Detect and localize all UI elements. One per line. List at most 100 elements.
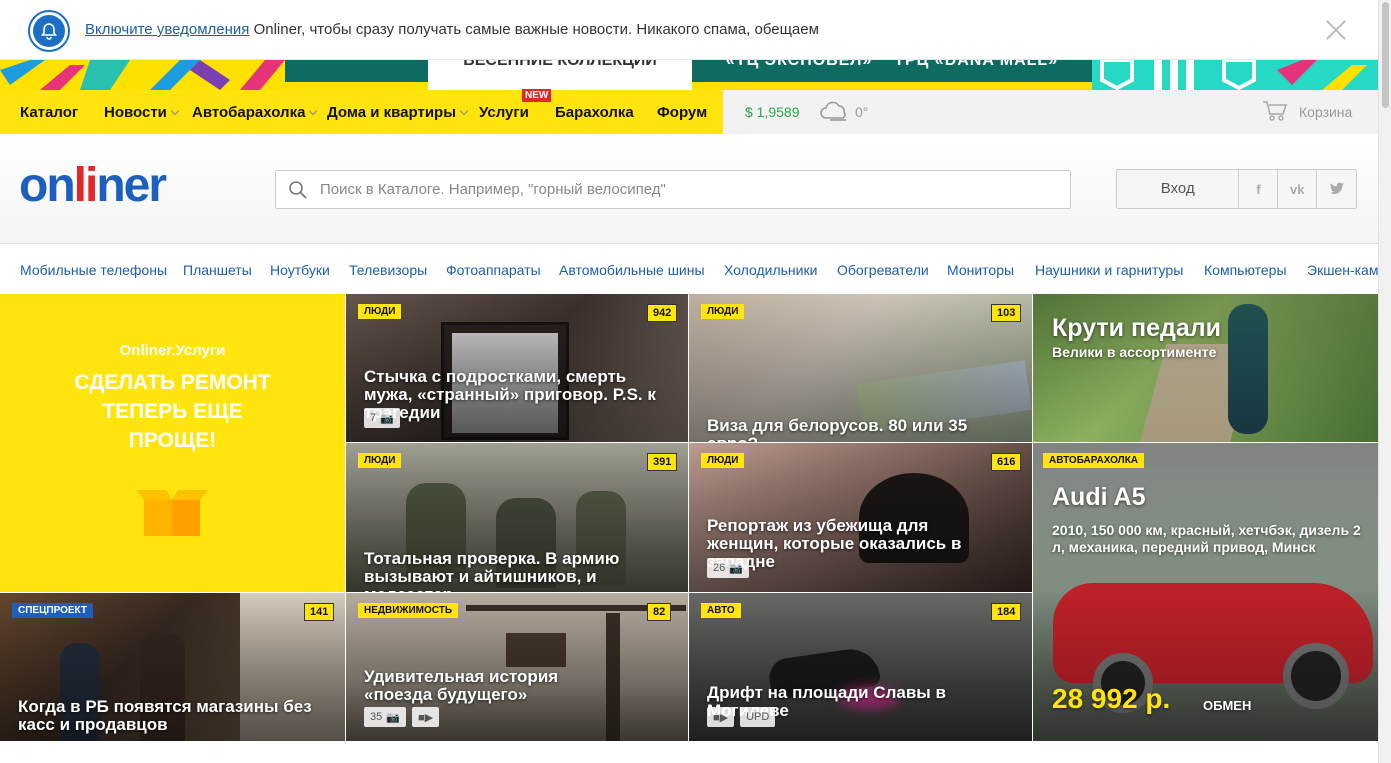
nav-baraholka[interactable]: Барахолка — [555, 104, 634, 121]
news-title[interactable]: Когда в РБ появятся магазины без касс и … — [18, 698, 338, 734]
facebook-icon[interactable]: f — [1239, 170, 1279, 208]
promo-pattern-left — [0, 60, 290, 90]
nav-forum[interactable]: Форум — [657, 104, 707, 121]
news-tile[interactable]: Люди 103 Виза для белорусов. 80 или 35 е… — [689, 294, 1032, 442]
ad-tag[interactable]: Автобарахолка — [1043, 453, 1145, 468]
news-title[interactable]: Удивительная история «поезда будущего» — [364, 668, 614, 704]
category-link[interactable]: Фотоаппараты — [446, 262, 541, 278]
promo-banner[interactable]: ВЕСЕННИЕ КОЛЛЕКЦИИ «ТЦ ЭКСПОБЕЛ» ТРЦ «DA… — [0, 60, 1378, 90]
news-tag[interactable]: Спецпроект — [12, 603, 94, 618]
news-title[interactable]: Тотальная проверка. В армию вызывают и а… — [364, 550, 674, 593]
category-link[interactable]: Мобильные телефоны — [20, 262, 167, 278]
scrollbar-thumb[interactable] — [1382, 2, 1389, 108]
category-link[interactable]: Планшеты — [183, 262, 252, 278]
comments-count[interactable]: 391 — [647, 453, 678, 471]
photo-count-chip: 35 📷 — [364, 707, 406, 727]
video-icon: ■▶ — [411, 707, 440, 727]
promo-text-collections: ВЕСЕННИЕ КОЛЛЕКЦИИ — [428, 60, 692, 90]
catalog-categories: Мобильные телефоны Планшеты Ноутбуки Тел… — [0, 244, 1391, 294]
search-box — [275, 170, 1071, 209]
category-link[interactable]: Обогреватели — [837, 262, 929, 278]
cart-icon[interactable] — [1262, 100, 1288, 122]
twitter-icon[interactable] — [1317, 170, 1356, 208]
promo-pattern-right — [1092, 60, 1378, 90]
bike-ad-tile[interactable]: Крути педали Велики в ассортименте — [1033, 294, 1378, 442]
category-link[interactable]: Мониторы — [947, 262, 1014, 278]
services-promo-tile[interactable]: Onliner.Услуги СДЕЛАТЬ РЕМОНТ ТЕПЕРЬ ЕЩЕ… — [0, 294, 345, 592]
promo-block-1 — [285, 60, 428, 82]
nav-news[interactable]: Новости — [104, 104, 180, 121]
notification-bar: Включите уведомления Onliner, чтобы сраз… — [0, 0, 1378, 60]
chevron-down-icon — [170, 106, 180, 116]
login-button[interactable]: Вход — [1117, 170, 1240, 208]
nav-catalog[interactable]: Каталог — [20, 104, 78, 121]
camera-icon: 📷 — [729, 562, 743, 575]
chevron-down-icon — [459, 106, 469, 116]
promo-brand: Onliner.Услуги — [119, 342, 226, 359]
news-tile[interactable]: Спецпроект 141 Когда в РБ появятся магаз… — [0, 593, 345, 741]
photo-count-chip: 7 📷 — [364, 408, 400, 428]
currency-rate[interactable]: $ 1,9589 — [745, 104, 800, 120]
comments-count[interactable]: 616 — [991, 453, 1022, 471]
onliner-logo[interactable]: onliner — [19, 158, 167, 213]
cloud-icon — [820, 101, 846, 121]
ad-subtitle: Велики в ассортименте — [1052, 344, 1217, 360]
bell-icon — [28, 10, 70, 52]
news-tile[interactable]: Люди 942 Стычка с подростками, смерть му… — [346, 294, 688, 442]
category-link[interactable]: Автомобильные шины — [559, 262, 705, 278]
chevron-down-icon — [309, 106, 318, 116]
auth-panel: Вход f vk — [1116, 169, 1357, 209]
news-meta: 35 📷 ■▶ — [364, 707, 440, 727]
news-tag[interactable]: Люди — [701, 453, 745, 468]
news-tag[interactable]: Авто — [701, 603, 741, 618]
search-icon[interactable] — [288, 180, 308, 200]
car-ad-tile[interactable]: Автобарахолка Audi A5 2010, 150 000 км, … — [1033, 443, 1378, 741]
news-title[interactable]: Стычка с подростками, смерть мужа, «стра… — [364, 368, 664, 422]
nav-autobaraholka[interactable]: Автобарахолка — [192, 104, 318, 121]
news-tag[interactable]: Недвижимость — [358, 603, 459, 618]
news-tile[interactable]: Люди 616 Репортаж из убежища для женщин,… — [689, 443, 1032, 592]
vk-icon[interactable]: vk — [1278, 170, 1318, 208]
nav-services[interactable]: Услуги — [479, 104, 529, 121]
news-tag[interactable]: Люди — [358, 304, 402, 319]
top-navigation: Каталог Новости Автобарахолка Дома и ква… — [0, 89, 1378, 134]
comments-count[interactable]: 942 — [647, 304, 678, 322]
promo-text-malls: «ТЦ ЭКСПОБЕЛ» ТРЦ «DANA MALL» — [692, 60, 1092, 82]
updated-badge: UPD — [740, 707, 776, 727]
camera-icon: 📷 — [380, 412, 394, 425]
news-tile[interactable]: Авто 184 Дрифт на площади Славы в Могиле… — [689, 593, 1032, 741]
car-description: 2010, 150 000 км, красный, хетчбэк, дизе… — [1052, 522, 1361, 555]
comments-count[interactable]: 103 — [991, 304, 1022, 322]
camera-icon: 📷 — [386, 711, 400, 724]
comments-count[interactable]: 184 — [991, 603, 1022, 621]
news-title[interactable]: Репортаж из убежища для женщин, которые … — [707, 517, 997, 571]
temperature[interactable]: 0° — [855, 104, 868, 120]
news-tile[interactable]: Недвижимость 82 Удивительная история «по… — [346, 593, 688, 741]
promo-slogan: СДЕЛАТЬ РЕМОНТ ТЕПЕРЬ ЕЩЕ ПРОЩЕ! — [74, 371, 271, 452]
news-tile[interactable]: Люди 391 Тотальная проверка. В армию выз… — [346, 443, 688, 592]
cart-link[interactable]: Корзина — [1299, 104, 1352, 120]
nav-houses[interactable]: Дома и квартиры — [327, 104, 469, 121]
page-scrollbar[interactable] — [1378, 0, 1391, 763]
category-link[interactable]: Компьютеры — [1204, 262, 1287, 278]
search-input[interactable] — [320, 171, 1060, 208]
ad-title: Крути педали — [1052, 314, 1221, 342]
category-link[interactable]: Наушники и гарнитуры — [1035, 262, 1183, 278]
exchange-label: ОБМЕН — [1203, 698, 1252, 713]
news-tag[interactable]: Люди — [701, 304, 745, 319]
car-price: 28 992 р. — [1052, 683, 1171, 714]
comments-count[interactable]: 82 — [647, 603, 672, 621]
comments-count[interactable]: 141 — [304, 603, 335, 621]
enable-notifications-link[interactable]: Включите уведомления — [85, 21, 249, 38]
close-icon[interactable] — [1325, 19, 1347, 41]
category-link[interactable]: Холодильники — [724, 262, 817, 278]
category-link[interactable]: Ноутбуки — [270, 262, 330, 278]
news-tag[interactable]: Люди — [358, 453, 402, 468]
news-meta: ■▶ UPD — [707, 707, 776, 727]
news-title[interactable]: Виза для белорусов. 80 или 35 евро? — [707, 417, 1007, 443]
car-title: Audi A5 — [1052, 483, 1146, 511]
category-link[interactable]: Телевизоры — [349, 262, 427, 278]
notification-text: Включите уведомления Onliner, чтобы сраз… — [85, 21, 819, 38]
news-grid: Onliner.Услуги СДЕЛАТЬ РЕМОНТ ТЕПЕРЬ ЕЩЕ… — [0, 294, 1378, 746]
box-icon — [136, 490, 208, 536]
